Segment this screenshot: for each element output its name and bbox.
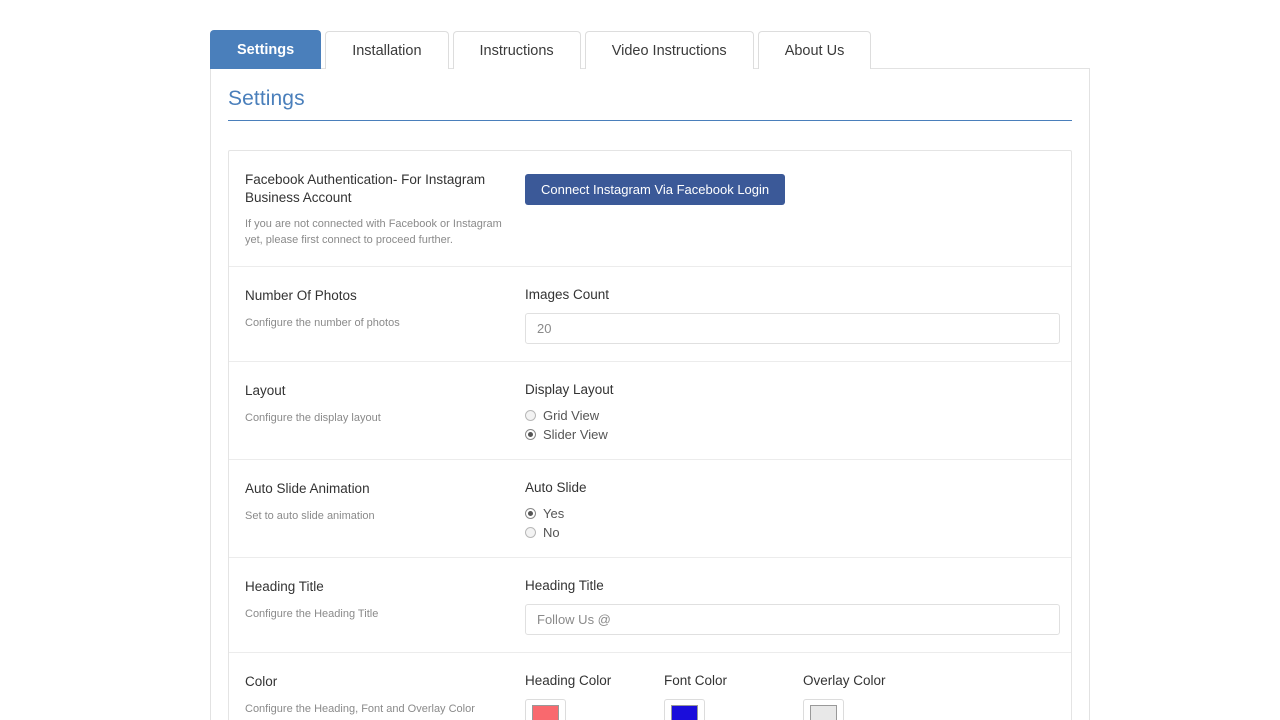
row-layout-right: Display Layout Grid View Slider View <box>525 382 1055 442</box>
page-title: Settings <box>228 87 1089 111</box>
auto-slide-label: Auto Slide Animation <box>245 480 511 498</box>
heading-title-field-title: Heading Title <box>525 578 1060 593</box>
tab-settings-label: Settings <box>237 42 294 58</box>
tab-installation-label: Installation <box>352 43 421 59</box>
heading-title-hint: Configure the Heading Title <box>245 607 511 623</box>
row-number-of-photos-left: Number Of Photos Configure the number of… <box>245 287 525 344</box>
row-auto-slide-left: Auto Slide Animation Set to auto slide a… <box>245 480 525 540</box>
tab-bar: Settings Installation Instructions Video… <box>210 30 871 69</box>
row-color: Color Configure the Heading, Font and Ov… <box>229 652 1071 720</box>
radio-slider-view[interactable]: Slider View <box>525 427 614 442</box>
overlay-color-picker[interactable] <box>803 699 844 720</box>
font-color-cell: Font Color <box>664 673 803 720</box>
row-heading-title-right: Heading Title <box>525 578 1055 635</box>
title-divider <box>228 120 1072 121</box>
color-label: Color <box>245 673 511 691</box>
heading-color-swatch <box>532 705 559 720</box>
row-heading-title-left: Heading Title Configure the Heading Titl… <box>245 578 525 635</box>
facebook-auth-hint: If you are not connected with Facebook o… <box>245 217 511 249</box>
row-heading-title: Heading Title Configure the Heading Titl… <box>229 557 1071 652</box>
facebook-auth-label: Facebook Authentication- For Instagram B… <box>245 171 511 207</box>
radio-auto-slide-no-icon[interactable] <box>525 527 536 538</box>
layout-label: Layout <box>245 382 511 400</box>
radio-grid-view[interactable]: Grid View <box>525 408 614 423</box>
heading-color-picker[interactable] <box>525 699 566 720</box>
font-color-picker[interactable] <box>664 699 705 720</box>
tab-about-us[interactable]: About Us <box>758 31 872 69</box>
radio-auto-slide-no-label: No <box>543 525 560 540</box>
heading-color-cell: Heading Color <box>525 673 664 720</box>
auto-slide-radio-group: Yes No <box>525 506 587 540</box>
tab-about-us-label: About Us <box>785 43 845 59</box>
tab-installation[interactable]: Installation <box>325 31 448 69</box>
heading-title-label: Heading Title <box>245 578 511 596</box>
row-color-right: Heading Color Font Color O <box>525 673 1055 720</box>
overlay-color-title: Overlay Color <box>803 673 886 688</box>
font-color-title: Font Color <box>664 673 803 688</box>
radio-slider-view-label: Slider View <box>543 427 608 442</box>
display-layout-title: Display Layout <box>525 382 614 397</box>
radio-auto-slide-yes-label: Yes <box>543 506 564 521</box>
row-layout-left: Layout Configure the display layout <box>245 382 525 442</box>
row-auto-slide-right: Auto Slide Yes No <box>525 480 1055 540</box>
auto-slide-title: Auto Slide <box>525 480 587 495</box>
tab-settings[interactable]: Settings <box>210 30 321 69</box>
heading-title-input[interactable] <box>525 604 1060 635</box>
radio-auto-slide-yes-icon[interactable] <box>525 508 536 519</box>
font-color-swatch <box>671 705 698 720</box>
color-swatch-group: Heading Color Font Color O <box>525 673 886 720</box>
auto-slide-hint: Set to auto slide animation <box>245 509 511 525</box>
row-facebook-auth-right: Connect Instagram Via Facebook Login <box>525 171 1055 249</box>
radio-grid-view-label: Grid View <box>543 408 599 423</box>
row-number-of-photos: Number Of Photos Configure the number of… <box>229 266 1071 361</box>
color-hint: Configure the Heading, Font and Overlay … <box>245 702 511 718</box>
overlay-color-cell: Overlay Color <box>803 673 886 720</box>
radio-slider-view-icon[interactable] <box>525 429 536 440</box>
connect-instagram-button[interactable]: Connect Instagram Via Facebook Login <box>525 174 785 205</box>
row-number-of-photos-right: Images Count <box>525 287 1055 344</box>
heading-color-title: Heading Color <box>525 673 664 688</box>
tab-video-instructions[interactable]: Video Instructions <box>585 31 754 69</box>
tab-instructions-label: Instructions <box>480 43 554 59</box>
settings-panel: Settings Facebook Authentication- For In… <box>210 68 1090 720</box>
tab-video-instructions-label: Video Instructions <box>612 43 727 59</box>
tab-instructions[interactable]: Instructions <box>453 31 581 69</box>
row-color-left: Color Configure the Heading, Font and Ov… <box>245 673 525 720</box>
display-layout-radio-group: Grid View Slider View <box>525 408 614 442</box>
radio-auto-slide-yes[interactable]: Yes <box>525 506 587 521</box>
images-count-title: Images Count <box>525 287 1060 302</box>
row-facebook-auth-left: Facebook Authentication- For Instagram B… <box>245 171 525 249</box>
row-facebook-auth: Facebook Authentication- For Instagram B… <box>229 151 1071 266</box>
app-root: Settings Installation Instructions Video… <box>0 0 1280 720</box>
overlay-color-swatch <box>810 705 837 720</box>
radio-grid-view-icon[interactable] <box>525 410 536 421</box>
number-of-photos-hint: Configure the number of photos <box>245 316 511 332</box>
radio-auto-slide-no[interactable]: No <box>525 525 587 540</box>
images-count-input[interactable] <box>525 313 1060 344</box>
row-layout: Layout Configure the display layout Disp… <box>229 361 1071 459</box>
row-auto-slide: Auto Slide Animation Set to auto slide a… <box>229 459 1071 557</box>
layout-hint: Configure the display layout <box>245 411 511 427</box>
number-of-photos-label: Number Of Photos <box>245 287 511 305</box>
settings-card: Facebook Authentication- For Instagram B… <box>228 150 1072 720</box>
